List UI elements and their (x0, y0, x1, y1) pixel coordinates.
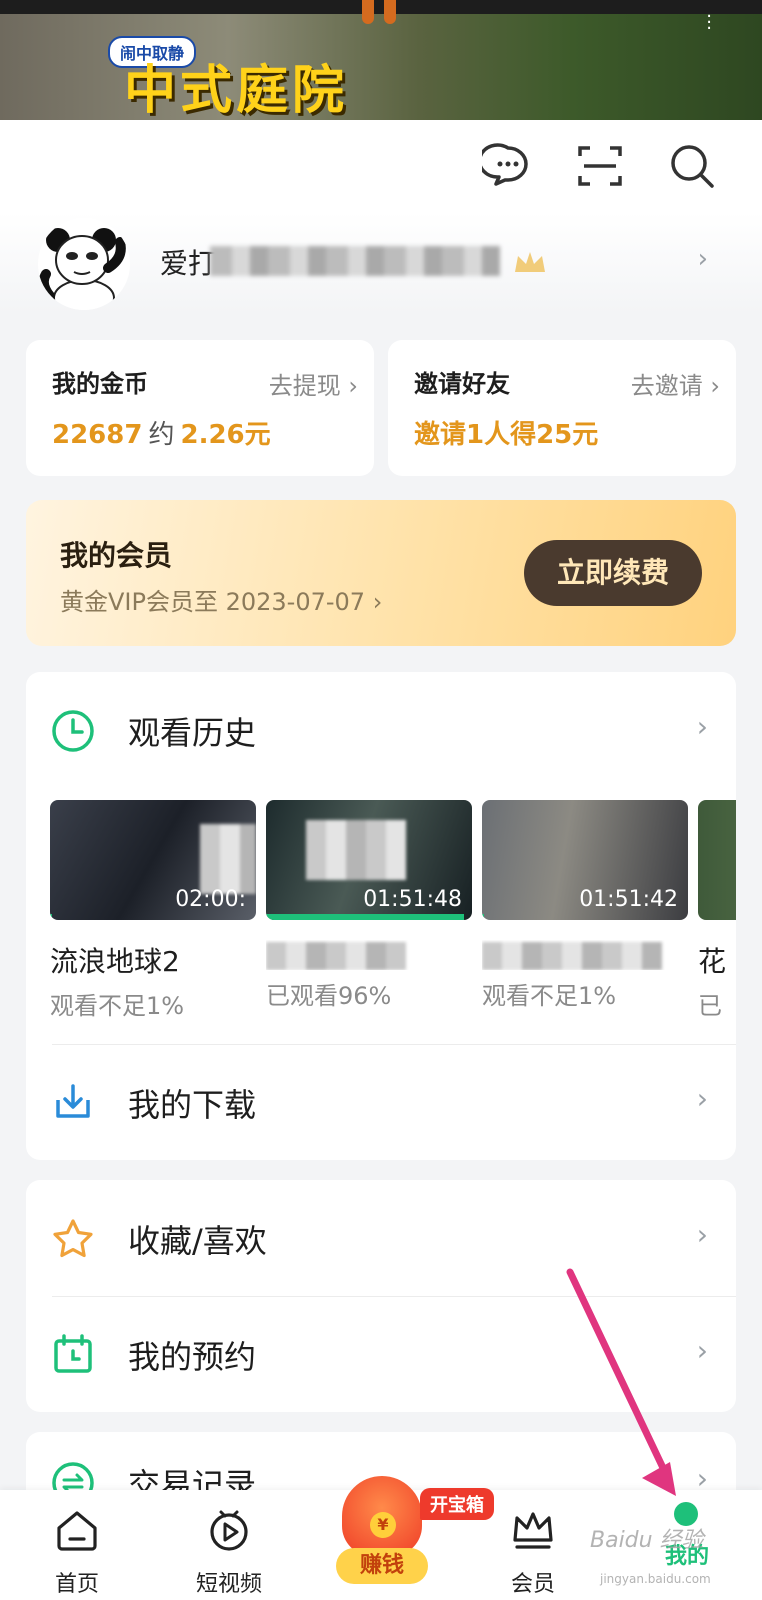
invite-title: 邀请好友 (414, 370, 510, 398)
vip-card[interactable]: 我的会员 黄金VIP会员至 2023-07-07 › 立即续费 (26, 500, 736, 646)
history-item-progress: 已观看96% (266, 982, 392, 1010)
watermark-url: jingyan.baidu.com (600, 1572, 711, 1586)
calendar-clock-icon (54, 1334, 92, 1373)
play-circle-icon (210, 1510, 248, 1551)
renew-button[interactable]: 立即续费 (524, 540, 702, 606)
progress-bar (50, 914, 53, 920)
search-icon[interactable] (666, 140, 718, 192)
promo-banner[interactable]: 闹中取静 中式庭院 · · · (0, 0, 762, 120)
history-item[interactable]: 01:51:42 观看不足1% (482, 800, 688, 1011)
thumbnail-blur (200, 824, 256, 894)
download-icon (56, 1084, 90, 1118)
progress-bar (482, 914, 485, 920)
history-item-title: 花 (698, 945, 727, 978)
vip-title: 我的会员 (60, 539, 173, 572)
avatar[interactable] (38, 218, 130, 310)
chevron-right-icon: › (696, 1218, 708, 1251)
reservation-label: 我的预约 (128, 1338, 257, 1376)
tab-earn-label: 赚钱 (336, 1548, 428, 1584)
reservation-row[interactable]: 我的预约 › (26, 1296, 736, 1412)
tab-earn[interactable]: ¥ 赚钱 (332, 1476, 432, 1600)
tab-home[interactable]: 首页 (22, 1506, 132, 1598)
tab-vip-label: 会员 (510, 1572, 555, 1597)
history-item-progress: 观看不足1% (50, 992, 185, 1020)
coins-card[interactable]: 我的金币 去提现 › 22687 约 2.26元 (26, 340, 374, 476)
download-row[interactable]: 我的下载 › (26, 1044, 736, 1160)
message-icon[interactable] (482, 140, 534, 192)
coins-value: 22687 约 2.26元 (52, 414, 271, 451)
history-label: 观看历史 (128, 714, 257, 752)
tab-vip[interactable]: 会员 (478, 1506, 588, 1598)
history-row[interactable]: 观看历史 › (26, 672, 736, 788)
chevron-right-icon: › (696, 1334, 708, 1367)
panda-avatar-icon (38, 228, 126, 310)
withdraw-link[interactable]: 去提现 › (269, 366, 358, 401)
vip-subtitle[interactable]: 黄金VIP会员至 2023-07-07 › (60, 582, 382, 617)
crown-icon (513, 1512, 553, 1549)
title-blur (266, 942, 406, 970)
star-icon (53, 1219, 93, 1258)
coin-amount: 2.26元 (180, 420, 271, 450)
scan-icon[interactable] (574, 140, 626, 192)
coins-title: 我的金币 (52, 370, 148, 398)
tab-home-label: 首页 (54, 1572, 99, 1597)
lantern-decoration (362, 0, 374, 24)
history-item-progress: 观看不足1% (482, 982, 617, 1010)
username-blur (210, 246, 500, 276)
chevron-right-icon: › (697, 244, 708, 274)
coin-icon: ¥ (370, 1512, 396, 1538)
watermark: Baidu 经验 (590, 1528, 704, 1553)
history-item-title (482, 940, 688, 970)
banner-title: 中式庭院 (124, 61, 349, 120)
history-panel: 观看历史 › 02:00: 流浪地球2 观看不足1% 01:51:48 已观看9… (26, 672, 736, 1160)
duration: 02:00: (175, 887, 246, 912)
invite-card[interactable]: 邀请好友 去邀请 › 邀请1人得25元 (388, 340, 736, 476)
duration: 01:51:42 (579, 887, 678, 912)
history-item[interactable]: 花 已 (698, 800, 736, 1021)
thumbnail: 01:51:42 (482, 800, 688, 920)
vip-crown-icon (515, 252, 545, 272)
username-text: 爱打 (160, 247, 217, 280)
invite-link[interactable]: 去邀请 › (631, 366, 720, 401)
history-item[interactable]: 02:00: 流浪地球2 观看不足1% (50, 800, 256, 1021)
clock-icon (52, 710, 94, 752)
tab-shorts[interactable]: 短视频 (174, 1506, 284, 1598)
chevron-right-icon: › (696, 710, 708, 743)
thumbnail: 02:00: (50, 800, 256, 920)
profile-row[interactable]: 爱打 › (0, 212, 762, 314)
duration: 01:51:48 (363, 887, 462, 912)
top-toolbar (0, 120, 762, 212)
home-icon (57, 1511, 97, 1551)
progress-bar (266, 914, 464, 920)
invite-reward: 邀请1人得25元 (414, 420, 599, 450)
thumbnail-blur (306, 820, 406, 880)
history-item[interactable]: 01:51:48 已观看96% (266, 800, 472, 1011)
banner-roof (0, 0, 762, 14)
favorites-panel: 收藏/喜欢 › 我的预约 › (26, 1180, 736, 1412)
history-item-title: 流浪地球2 (50, 945, 180, 978)
history-list: 02:00: 流浪地球2 观看不足1% 01:51:48 已观看96% 01:5… (50, 800, 736, 1040)
download-label: 我的下载 (128, 1086, 257, 1124)
title-blur (482, 942, 662, 970)
tab-shorts-label: 短视频 (195, 1572, 262, 1597)
more-icon[interactable]: · · · (706, 8, 712, 38)
approx-label: 约 (148, 420, 175, 450)
favorites-label: 收藏/喜欢 (128, 1222, 267, 1260)
history-item-progress: 已 (698, 992, 722, 1020)
favorites-row[interactable]: 收藏/喜欢 › (26, 1180, 736, 1296)
username: 爱打 (160, 242, 500, 282)
history-item-title (266, 940, 472, 970)
lantern-decoration (384, 0, 396, 24)
thumbnail: 01:51:48 (266, 800, 472, 920)
chevron-right-icon: › (696, 1082, 708, 1115)
coin-count: 22687 (52, 420, 143, 450)
thumbnail (698, 800, 736, 920)
